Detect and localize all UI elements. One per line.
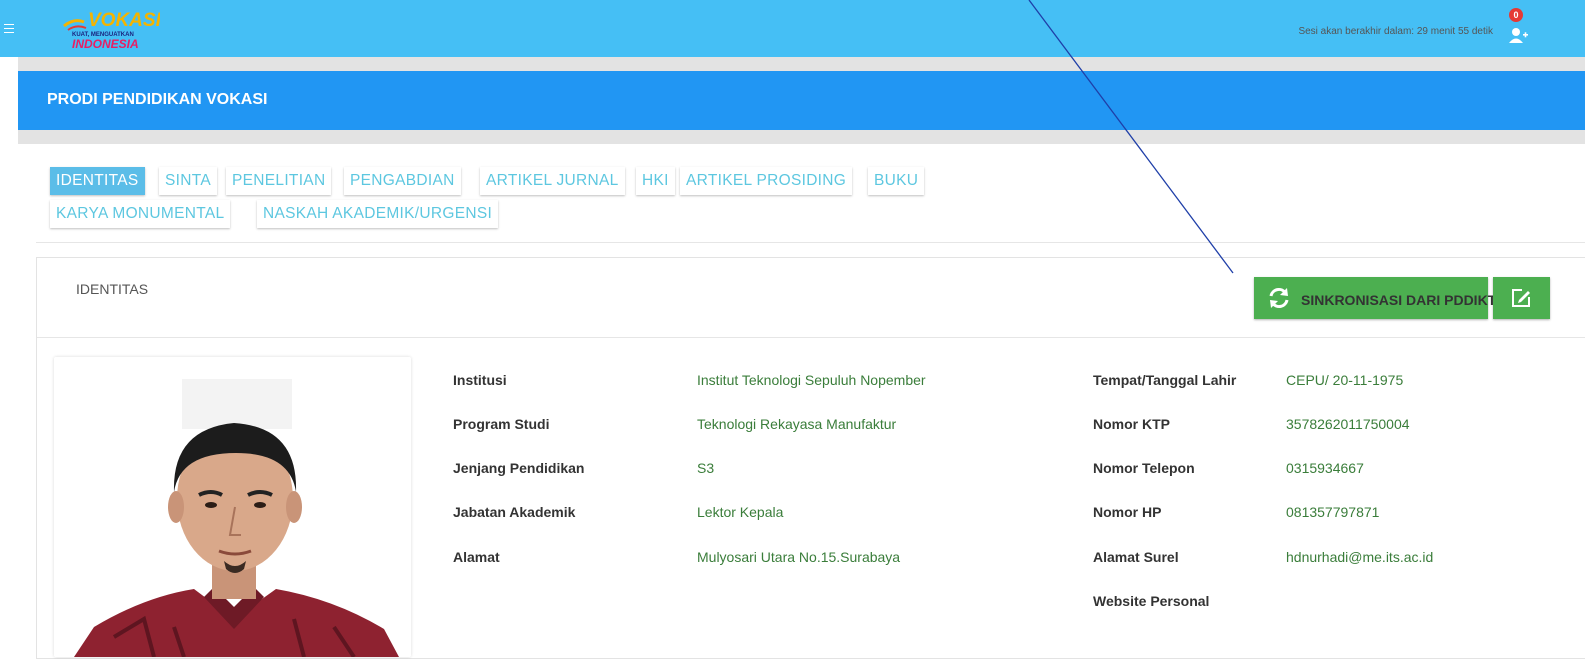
page-header: PRODI PENDIDIKAN VOKASI (18, 71, 1585, 130)
tab-sinta[interactable]: SINTA (159, 167, 217, 195)
tabs-divider (36, 242, 1585, 243)
tab-artikel-prosiding[interactable]: ARTIKEL PROSIDING (680, 167, 853, 195)
vokasi-logo[interactable]: VOKASI KUAT, MENGUATKAN INDONESIA (62, 4, 162, 52)
field-value-jenjang: S3 (697, 460, 715, 476)
profile-photo (54, 357, 411, 657)
notification-badge[interactable]: 0 (1509, 8, 1523, 22)
spacer (18, 130, 1585, 144)
field-value-jabatan: Lektor Kepala (697, 504, 784, 520)
card-divider (37, 337, 1585, 338)
sync-button-label: SINKRONISASI DARI PDDIKTI (1301, 292, 1501, 308)
field-label-jabatan: Jabatan Akademik (453, 504, 576, 520)
tab-artikel-jurnal[interactable]: ARTIKEL JURNAL (480, 167, 625, 195)
field-label-program-studi: Program Studi (453, 416, 550, 432)
refresh-icon (1268, 287, 1290, 309)
page-title: PRODI PENDIDIKAN VOKASI (47, 91, 268, 108)
field-label-ktp: Nomor KTP (1093, 416, 1170, 432)
tab-pengabdian[interactable]: PENGABDIAN (344, 167, 461, 195)
session-timer: Sesi akan berakhir dalam: 29 menit 55 de… (1298, 26, 1493, 37)
field-value-alamat: Mulyosari Utara No.15.Surabaya (697, 549, 901, 565)
field-label-website: Website Personal (1093, 593, 1210, 609)
tab-naskah-akademik[interactable]: NASKAH AKADEMIK/URGENSI (257, 200, 499, 228)
field-label-hp: Nomor HP (1093, 504, 1162, 520)
tab-identitas[interactable]: IDENTITAS (50, 167, 145, 195)
tab-buku[interactable]: BUKU (868, 167, 925, 195)
field-value-institusi: Institut Teknologi Sepuluh Nopember (697, 372, 926, 388)
top-bar: VOKASI KUAT, MENGUATKAN INDONESIA Sesi a… (0, 0, 1585, 57)
tab-hki[interactable]: HKI (636, 167, 675, 195)
field-value-hp: 081357797871 (1286, 504, 1380, 520)
svg-text:INDONESIA: INDONESIA (72, 37, 139, 51)
field-label-ttl: Tempat/Tanggal Lahir (1093, 372, 1237, 388)
spacer (18, 57, 1585, 71)
tab-karya-monumental[interactable]: KARYA MONUMENTAL (50, 200, 231, 228)
edit-button[interactable] (1493, 277, 1550, 319)
edit-icon (1510, 287, 1532, 309)
field-label-telepon: Nomor Telepon (1093, 460, 1195, 476)
field-label-jenjang: Jenjang Pendidikan (453, 460, 585, 476)
field-value-program-studi: Teknologi Rekayasa Manufaktur (697, 416, 897, 432)
field-value-surel: hdnurhadi@me.its.ac.id (1286, 549, 1434, 565)
field-value-telepon: 0315934667 (1286, 460, 1364, 476)
svg-text:VOKASI: VOKASI (88, 10, 160, 31)
field-label-institusi: Institusi (453, 372, 507, 388)
card-title: IDENTITAS (76, 281, 149, 297)
field-value-ktp: 3578262011750004 (1286, 416, 1410, 432)
field-value-ttl: CEPU/ 20-11-1975 (1286, 372, 1404, 388)
field-label-alamat: Alamat (453, 549, 500, 565)
sync-pddikti-button[interactable]: SINKRONISASI DARI PDDIKTI (1254, 277, 1500, 319)
field-label-surel: Alamat Surel (1093, 549, 1179, 565)
tab-penelitian[interactable]: PENELITIAN (226, 167, 332, 195)
menu-icon[interactable] (4, 24, 14, 36)
